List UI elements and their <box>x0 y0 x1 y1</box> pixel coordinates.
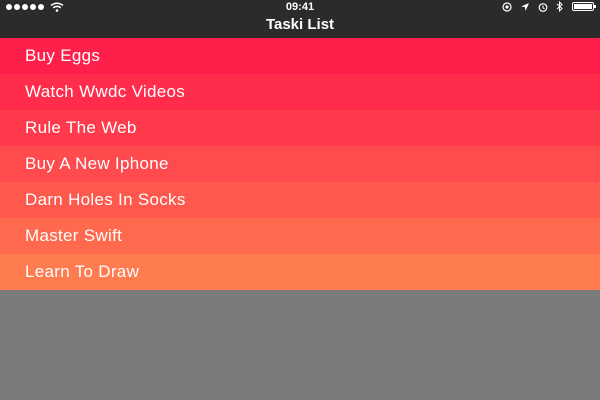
screen: 09:41 Taski List Buy Eggs Watch Wwdc Vid… <box>0 0 600 400</box>
task-row[interactable]: Darn Holes In Socks <box>0 182 600 218</box>
alarm-icon <box>538 2 548 12</box>
task-row[interactable]: Master Swift <box>0 218 600 254</box>
task-list: Buy Eggs Watch Wwdc Videos Rule The Web … <box>0 38 600 290</box>
location-arrow-icon <box>521 2 529 11</box>
task-row[interactable]: Buy A New Iphone <box>0 146 600 182</box>
status-right <box>502 1 596 12</box>
at-icon <box>502 1 512 12</box>
page-title: Taski List <box>265 16 335 33</box>
task-row[interactable]: Learn To Draw <box>0 254 600 290</box>
status-bar: 09:41 <box>0 0 600 14</box>
navigation-bar: 09:41 Taski List <box>0 0 600 38</box>
task-row[interactable]: Rule The Web <box>0 110 600 146</box>
battery-icon <box>572 2 596 11</box>
task-row[interactable]: Buy Eggs <box>0 38 600 74</box>
bluetooth-icon <box>556 1 563 12</box>
task-row[interactable]: Watch Wwdc Videos <box>0 74 600 110</box>
